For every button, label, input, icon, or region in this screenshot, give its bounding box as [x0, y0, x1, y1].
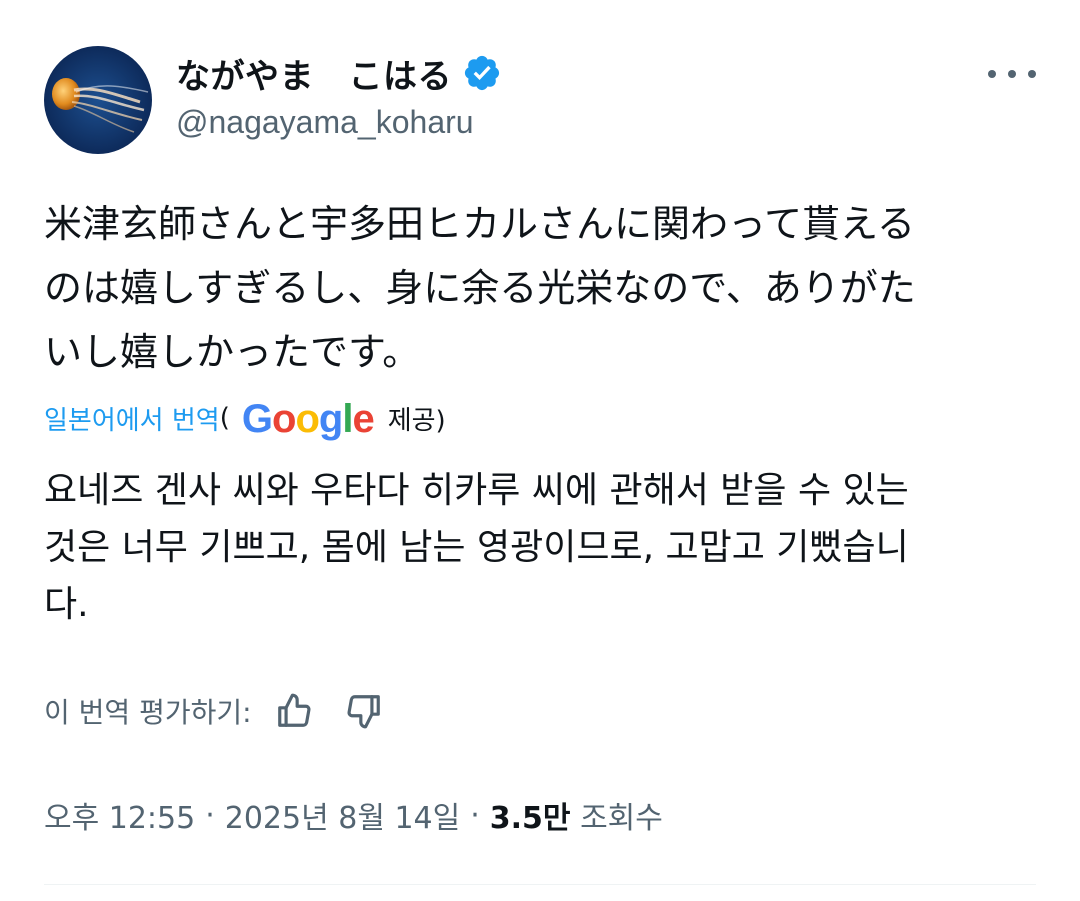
divider — [44, 884, 1036, 885]
translated-text-line: 요네즈 겐사 씨와 우타다 히카루 씨에 관해서 받을 수 있는 — [44, 470, 909, 511]
translation-attribution: 일본어에서 번역 ( Google 제공) — [44, 396, 446, 441]
google-logo: Google — [241, 396, 375, 441]
thumbs-down-button[interactable] — [342, 689, 386, 733]
rate-translation-label: 이 번역 평가하기: — [44, 696, 252, 729]
tweet-text-line: のは嬉しすぎるし、身に余る光栄なので、ありがた — [44, 266, 916, 310]
translated-from-link[interactable]: 일본어에서 번역 — [44, 400, 220, 437]
meta-separator: · — [470, 797, 480, 833]
translated-text-line: 것은 너무 기쁘고, 몸에 남는 영광이므로, 고맙고 기뻤습니 — [44, 527, 909, 568]
tweet-date[interactable]: 2025년 8월 14일 — [225, 793, 460, 837]
jellyfish-avatar-icon — [44, 46, 152, 154]
author-handle[interactable]: @nagayama_koharu — [176, 104, 474, 141]
author-name-row: ながやま こはる — [176, 48, 502, 98]
more-options-button[interactable] — [988, 56, 1036, 92]
verified-badge-icon[interactable] — [462, 53, 502, 93]
provided-by-label: 제공) — [387, 405, 446, 436]
views-count[interactable]: 3.5만 — [490, 793, 571, 837]
tweet-text: 米津玄師さんと宇多田ヒカルさんに関わって貰える のは嬉しすぎるし、身に余る光栄な… — [44, 192, 1044, 384]
tweet-text-line: 米津玄師さんと宇多田ヒカルさんに関わって貰える — [44, 202, 915, 246]
tweet-time[interactable]: 오후 12:55 — [44, 793, 195, 837]
translated-text-line: 다. — [44, 584, 89, 625]
thumbs-down-icon — [347, 695, 380, 729]
translated-text: 요네즈 겐사 씨와 우타다 히카루 씨에 관해서 받을 수 있는 것은 너무 기… — [44, 462, 1044, 633]
views-label: 조회수 — [580, 801, 663, 836]
display-name[interactable]: ながやま こはる — [176, 49, 452, 98]
more-dot-icon — [988, 70, 996, 78]
thumbs-up-button[interactable] — [272, 689, 316, 733]
thumbs-up-icon — [277, 693, 311, 727]
avatar[interactable] — [44, 46, 152, 154]
more-dot-icon — [1028, 70, 1036, 78]
rate-translation-row: 이 번역 평가하기: — [44, 688, 386, 734]
meta-separator: · — [205, 797, 215, 833]
paren-open: ( — [219, 403, 230, 433]
more-dot-icon — [1008, 70, 1016, 78]
tweet-meta: 오후 12:55 · 2025년 8월 14일 · 3.5만 조회수 — [44, 792, 663, 838]
tweet-text-line: いし嬉しかったです。 — [44, 330, 421, 374]
